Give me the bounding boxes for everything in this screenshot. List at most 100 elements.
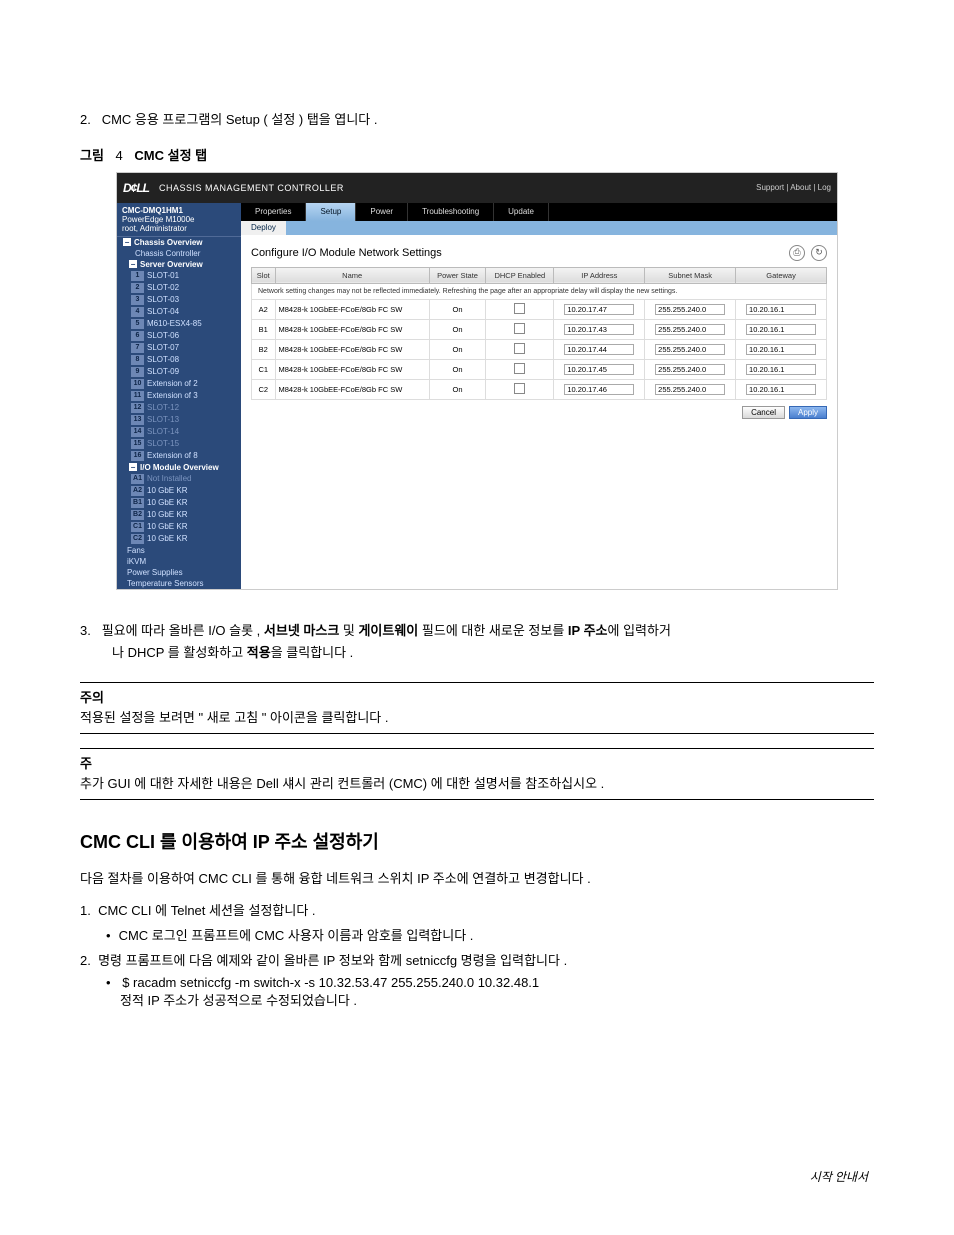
gateway-input[interactable] (746, 344, 816, 355)
figure-caption: 그림 4 CMC 설정 탭 (80, 145, 874, 164)
nav-server-slot[interactable]: 10Extension of 2 (117, 378, 241, 390)
col-header: DHCP Enabled (486, 267, 554, 283)
table-row: C1M8428-k 10GbEE-FCoE/8Gb FC SWOn (252, 359, 827, 379)
nav-io-slot[interactable]: A1Not Installed (117, 473, 241, 485)
nav-server-overview[interactable]: −Server Overview (117, 259, 241, 270)
col-header: IP Address (554, 267, 645, 283)
note-block: 주 추가 GUI 에 대한 자세한 내용은 Dell 섀시 관리 컨트롤러 (C… (80, 748, 874, 800)
cli-step-2-bullet: $ racadm setniccfg -m switch-x -s 10.32.… (106, 975, 874, 1009)
cmc-main: PropertiesSetupPowerTroubleshootingUpdat… (241, 203, 837, 589)
nav-io-overview[interactable]: −I/O Module Overview (117, 462, 241, 473)
ip-input[interactable] (564, 304, 634, 315)
nav-server-slot[interactable]: 8SLOT-08 (117, 354, 241, 366)
gateway-input[interactable] (746, 364, 816, 375)
nav-tail-item[interactable]: Power Supplies (117, 567, 241, 578)
gateway-input[interactable] (746, 324, 816, 335)
cmc-panel-title-row: Configure I/O Module Network Settings ⎙ … (241, 235, 837, 267)
table-row: C2M8428-k 10GbEE-FCoE/8Gb FC SWOn (252, 379, 827, 399)
cmc-table-note: Network setting changes may not be refle… (252, 283, 827, 299)
nav-server-slot[interactable]: 13SLOT-13 (117, 414, 241, 426)
cmc-header: D¢LL CHASSIS MANAGEMENT CONTROLLER Suppo… (117, 173, 837, 203)
step2-text: CMC 응용 프로그램의 Setup ( 설정 ) 탭을 엽니다 . (102, 112, 378, 127)
nav-tail-item[interactable]: Fans (117, 545, 241, 556)
dhcp-checkbox[interactable] (514, 323, 525, 334)
step2-line: 2. CMC 응용 프로그램의 Setup ( 설정 ) 탭을 엽니다 . (80, 110, 874, 131)
cli-step-1-bullet: CMC 로그인 프롬프트에 CMC 사용자 이름과 암호를 입력합니다 . (106, 925, 874, 944)
nav-server-slot[interactable]: 14SLOT-14 (117, 426, 241, 438)
col-header: Power State (429, 267, 485, 283)
tab-update[interactable]: Update (494, 203, 549, 221)
nav-chassis-overview[interactable]: −Chassis Overview (117, 237, 241, 248)
nav-tail-item[interactable]: Temperature Sensors (117, 578, 241, 589)
ip-input[interactable] (564, 344, 634, 355)
nav-io-slot[interactable]: C210 GbE KR (117, 533, 241, 545)
section-heading: CMC CLI 를 이용하여 IP 주소 설정하기 (80, 828, 874, 854)
tab-setup[interactable]: Setup (306, 203, 356, 221)
nav-server-slot[interactable]: 16Extension of 8 (117, 450, 241, 462)
mask-input[interactable] (655, 384, 725, 395)
dhcp-checkbox[interactable] (514, 363, 525, 374)
cmc-screenshot: D¢LL CHASSIS MANAGEMENT CONTROLLER Suppo… (116, 172, 838, 590)
tab-troubleshooting[interactable]: Troubleshooting (408, 203, 494, 221)
cli-step-2: 2. 명령 프롬프트에 다음 예제와 같이 올바른 IP 정보와 함께 setn… (80, 950, 874, 969)
mask-input[interactable] (655, 344, 725, 355)
nav-io-slot[interactable]: B110 GbE KR (117, 497, 241, 509)
step3-text: 필요에 따라 올바른 I/O 슬롯 , 서브넷 마스크 및 게이트웨이 필드에 … (80, 623, 671, 660)
col-header: Slot (252, 267, 276, 283)
table-row: B2M8428-k 10GbEE-FCoE/8Gb FC SWOn (252, 339, 827, 359)
mask-input[interactable] (655, 304, 725, 315)
table-row: A2M8428-k 10GbEE-FCoE/8Gb FC SWOn (252, 299, 827, 319)
nav-server-slot[interactable]: 4SLOT-04 (117, 306, 241, 318)
tab-properties[interactable]: Properties (241, 203, 306, 221)
col-header: Subnet Mask (645, 267, 736, 283)
nav-server-slot[interactable]: 12SLOT-12 (117, 402, 241, 414)
print-icon[interactable]: ⎙ (789, 245, 805, 261)
step2-number: 2. (80, 112, 91, 127)
dhcp-checkbox[interactable] (514, 383, 525, 394)
nav-io-slot[interactable]: A210 GbE KR (117, 485, 241, 497)
step3: 3. 필요에 따라 올바른 I/O 슬롯 , 서브넷 마스크 및 게이트웨이 필… (80, 620, 874, 664)
nav-server-slot[interactable]: 5M610-ESX4-85 (117, 318, 241, 330)
nav-server-slot[interactable]: 15SLOT-15 (117, 438, 241, 450)
nav-tail-item[interactable]: iKVM (117, 556, 241, 567)
gateway-input[interactable] (746, 304, 816, 315)
dhcp-checkbox[interactable] (514, 303, 525, 314)
mask-input[interactable] (655, 324, 725, 335)
cmc-subtabs: Deploy (241, 221, 837, 235)
dell-logo: D¢LL (123, 181, 149, 195)
caution-block: 주의 적용된 설정을 보려면 " 새로 고침 " 아이콘을 클릭합니다 . (80, 682, 874, 734)
nav-io-slot[interactable]: B210 GbE KR (117, 509, 241, 521)
gateway-input[interactable] (746, 384, 816, 395)
cmc-app-title: CHASSIS MANAGEMENT CONTROLLER (159, 183, 344, 193)
nav-server-slot[interactable]: 2SLOT-02 (117, 282, 241, 294)
nav-server-slot[interactable]: 3SLOT-03 (117, 294, 241, 306)
table-row: B1M8428-k 10GbEE-FCoE/8Gb FC SWOn (252, 319, 827, 339)
nav-server-slot[interactable]: 9SLOT-09 (117, 366, 241, 378)
cmc-nav-host: CMC-DMQ1HM1 PowerEdge M1000e root, Admin… (117, 203, 241, 237)
col-header: Name (275, 267, 429, 283)
ip-input[interactable] (564, 364, 634, 375)
ip-input[interactable] (564, 384, 634, 395)
cmc-tabs: PropertiesSetupPowerTroubleshootingUpdat… (241, 203, 837, 221)
dhcp-checkbox[interactable] (514, 343, 525, 354)
nav-server-slot[interactable]: 11Extension of 3 (117, 390, 241, 402)
nav-io-slot[interactable]: C110 GbE KR (117, 521, 241, 533)
page-footer: 시작 안내서 (810, 1168, 868, 1185)
cmc-panel-title: Configure I/O Module Network Settings (251, 247, 442, 259)
nav-chassis-controller[interactable]: Chassis Controller (117, 248, 241, 259)
cli-step-1: 1. CMC CLI 에 Telnet 세션을 설정합니다 . (80, 900, 874, 919)
cmc-table: SlotNamePower StateDHCP EnabledIP Addres… (251, 267, 827, 400)
apply-button[interactable]: Apply (789, 406, 827, 419)
cmc-nav: CMC-DMQ1HM1 PowerEdge M1000e root, Admin… (117, 203, 241, 589)
nav-server-slot[interactable]: 1SLOT-01 (117, 270, 241, 282)
cmc-header-links[interactable]: Support | About | Log (756, 183, 831, 192)
subtab-deploy[interactable]: Deploy (241, 221, 286, 235)
cancel-button[interactable]: Cancel (742, 406, 785, 419)
nav-server-slot[interactable]: 7SLOT-07 (117, 342, 241, 354)
intro-paragraph: 다음 절차를 이용하여 CMC CLI 를 통해 융합 네트워크 스위치 IP … (80, 868, 874, 890)
refresh-icon[interactable]: ↻ (811, 245, 827, 261)
nav-server-slot[interactable]: 6SLOT-06 (117, 330, 241, 342)
tab-power[interactable]: Power (356, 203, 408, 221)
ip-input[interactable] (564, 324, 634, 335)
mask-input[interactable] (655, 364, 725, 375)
